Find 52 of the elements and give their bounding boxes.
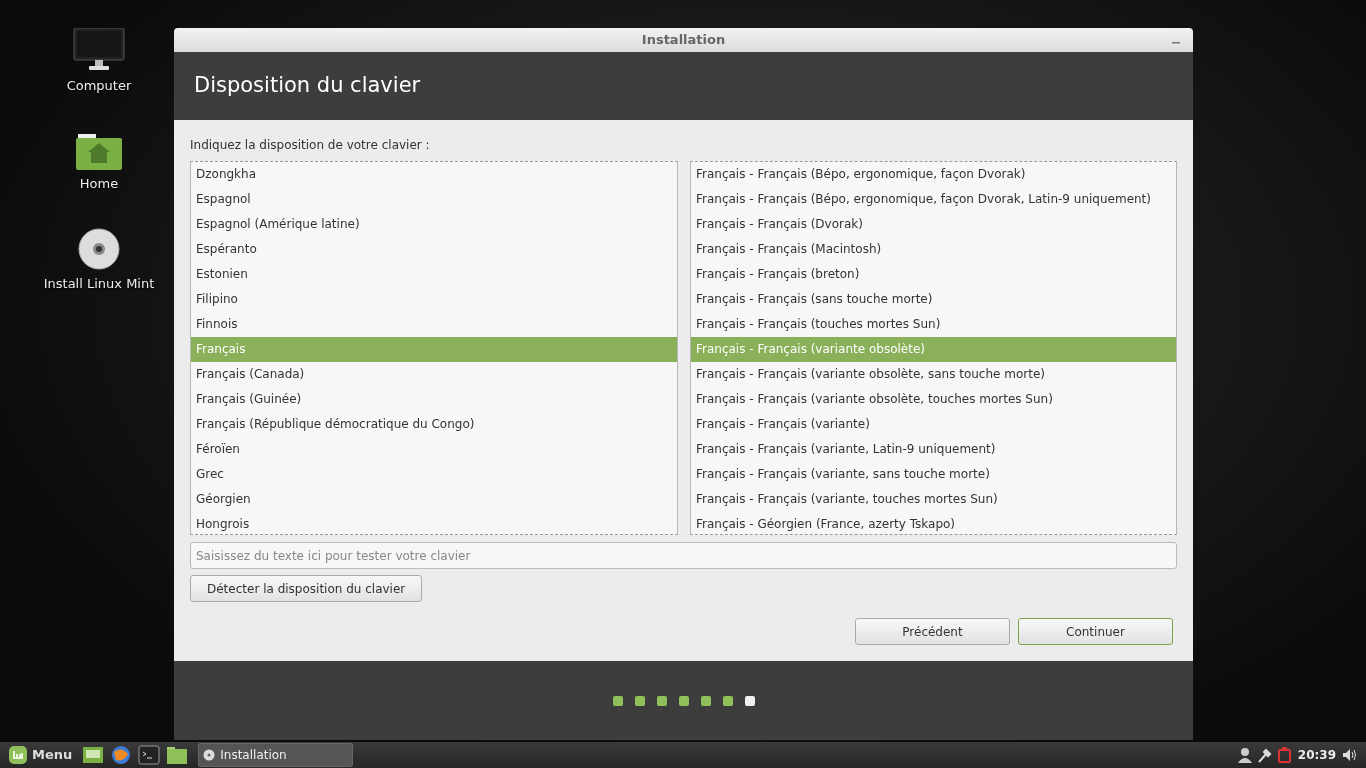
taskbar-window-button[interactable]: Installation xyxy=(198,743,354,767)
battery-warning-icon[interactable] xyxy=(1277,747,1292,763)
list-item[interactable]: Filipino xyxy=(191,287,677,312)
list-item[interactable]: Espagnol xyxy=(191,187,677,212)
list-item[interactable]: Estonien xyxy=(191,262,677,287)
list-item[interactable]: Français (Canada) xyxy=(191,362,677,387)
list-item[interactable]: Français - Français (touches mortes Sun) xyxy=(691,312,1176,337)
list-item[interactable]: Français - Français (variante obsolète, touches mortes Sun) xyxy=(691,387,1176,412)
list-item[interactable]: Féroïen xyxy=(191,437,677,462)
disc-icon[interactable] xyxy=(78,228,120,270)
list-item[interactable]: Espagnol (Amérique latine) xyxy=(191,212,677,237)
back-button[interactable]: Précédent xyxy=(855,618,1010,645)
list-item[interactable]: Français - Français (variante, sans touche morte) xyxy=(691,462,1176,487)
list-item[interactable]: Français - Français (variante, Latin-9 uniquement) xyxy=(691,437,1176,462)
terminal-launcher[interactable] xyxy=(138,744,161,766)
folder-launcher[interactable] xyxy=(166,744,189,766)
list-item[interactable]: Géorgien xyxy=(191,487,677,512)
test-input-field[interactable]: Saisissez du texte ici pour tester votre clavier xyxy=(190,542,1177,569)
desktop-icon-label[interactable]: Computer xyxy=(66,76,132,96)
list-item[interactable]: Français - Français (Bépo, ergonomique, façon Dvorak) xyxy=(691,162,1176,187)
logo-icon[interactable] xyxy=(8,745,28,765)
list-item[interactable]: Français - Géorgien (France, azerty Tskapo) xyxy=(691,512,1176,534)
list-item[interactable]: Français - Français (Dvorak) xyxy=(691,212,1176,237)
list-item[interactable]: Français - Français (sans touche morte) xyxy=(691,287,1176,312)
menu-button[interactable]: Menu xyxy=(4,745,77,765)
list-item[interactable]: Hongrois xyxy=(191,512,677,534)
list-item[interactable]: Français - Français (variante obsolète, sans touche morte) xyxy=(691,362,1176,387)
list-item[interactable]: Espéranto xyxy=(191,237,677,262)
globe-launcher[interactable] xyxy=(110,744,133,766)
list-item[interactable]: Français (Guinée) xyxy=(191,387,677,412)
show-desktop-launcher[interactable] xyxy=(82,744,105,766)
list-item[interactable]: Grec xyxy=(191,462,677,487)
list-item[interactable]: Français - Français (variante, touches mortes Sun) xyxy=(691,487,1176,512)
continue-button[interactable]: Continuer xyxy=(1018,618,1173,645)
page-heading: Disposition du clavier xyxy=(194,72,421,100)
clock[interactable]: 20:39 xyxy=(1297,746,1336,764)
prompt-label: Indiquez la disposition de votre clavier : xyxy=(190,137,431,154)
home-folder-icon[interactable] xyxy=(76,134,122,170)
list-item[interactable]: Français - Français (Macintosh) xyxy=(691,237,1176,262)
monitor-icon[interactable] xyxy=(73,28,125,72)
volume-icon[interactable] xyxy=(1342,748,1358,762)
list-item[interactable]: Finnois xyxy=(191,312,677,337)
desktop-icon-label[interactable]: Install Linux Mint xyxy=(43,274,155,294)
list-item[interactable]: Dzongkha xyxy=(191,162,677,187)
detect-button[interactable]: Détecter la disposition du clavier xyxy=(190,575,423,602)
window-title: Installation xyxy=(641,31,726,50)
list-item[interactable]: Français (République démocratique du Congo) xyxy=(191,412,677,437)
list-item[interactable]: Français - Français (Bépo, ergonomique, façon Dvorak, Latin-9 uniquement) xyxy=(691,187,1176,212)
list-item[interactable]: Français - Français (breton) xyxy=(691,262,1176,287)
desktop-icon-label[interactable]: Home xyxy=(79,174,119,194)
user-icon[interactable] xyxy=(1237,747,1252,763)
list-item[interactable]: Français - Français (variante) xyxy=(691,412,1176,437)
